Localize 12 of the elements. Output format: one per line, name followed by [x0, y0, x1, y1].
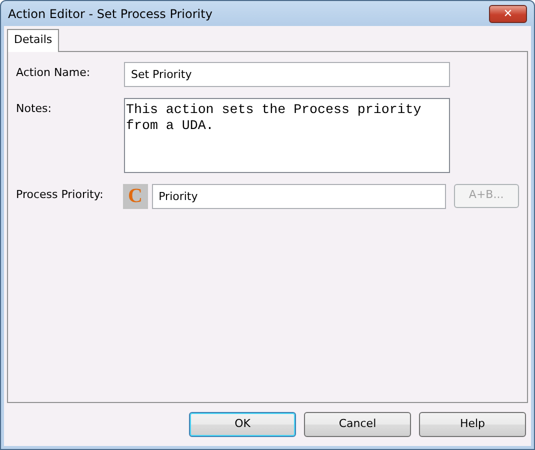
close-button[interactable]: ✕	[489, 4, 527, 22]
window-title: Action Editor - Set Process Priority	[8, 6, 214, 22]
dialog-button[interactable]: Help	[419, 412, 526, 437]
field-label: Action Name:	[16, 64, 92, 80]
notes-field[interactable]: This action sets the Process priority from a UDA.	[124, 98, 450, 172]
input-field[interactable]: Set Priority	[124, 62, 450, 86]
dialog-button[interactable]: OK	[189, 412, 296, 437]
input-field[interactable]: Priority	[152, 184, 446, 208]
tab[interactable]: Details	[7, 29, 60, 52]
dialog-button[interactable]: Cancel	[304, 412, 411, 437]
field-label: Notes:	[16, 100, 52, 116]
field-label: Process Priority:	[16, 186, 104, 202]
